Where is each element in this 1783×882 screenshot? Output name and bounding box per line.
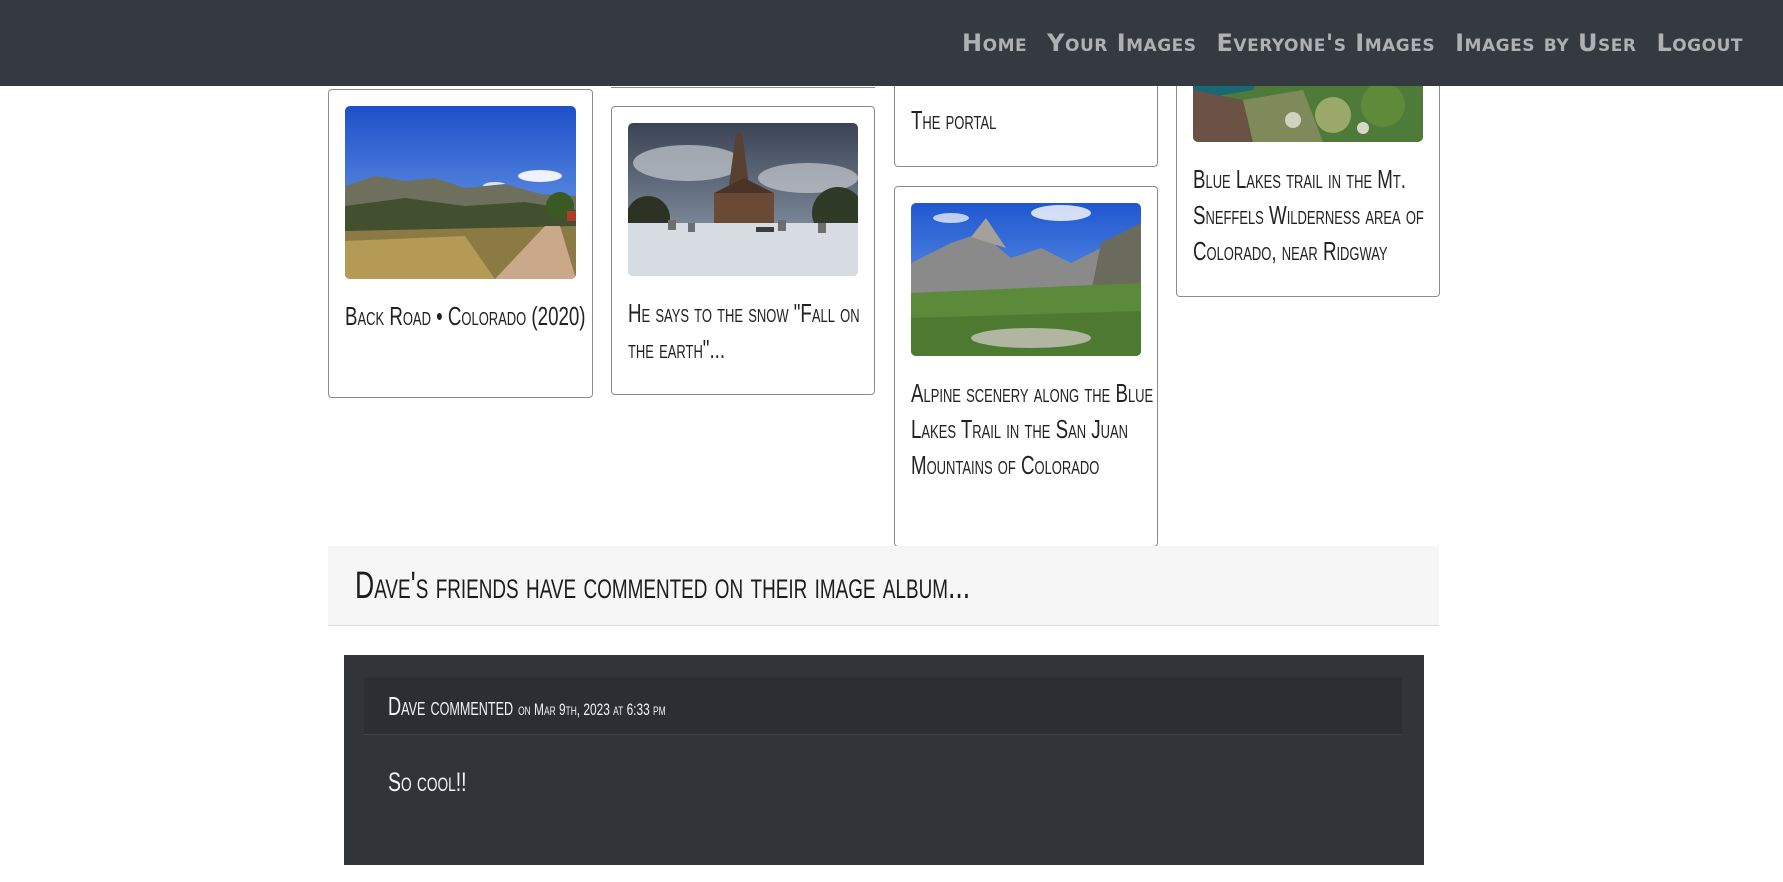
- image-caption: The portal: [911, 105, 997, 135]
- image-card[interactable]: Blue Lakes trail in the Mt. Sneffels Wil…: [1176, 60, 1440, 297]
- nav-logout-link[interactable]: Logout: [1656, 29, 1743, 57]
- image-thumbnail[interactable]: [628, 123, 858, 276]
- image-card[interactable]: Back Road • Colorado (2020): [328, 89, 593, 398]
- image-caption: He says to the snow "Fall on the earth".…: [628, 298, 860, 364]
- image-caption: Back Road • Colorado (2020): [345, 301, 586, 331]
- nav-everyones-images-link[interactable]: Everyone's Images: [1217, 29, 1436, 57]
- image-card[interactable]: He says to the snow "Fall on the earth".…: [611, 106, 875, 395]
- nav-your-images-link[interactable]: Your Images: [1047, 29, 1196, 57]
- image-card[interactable]: Alpine scenery along the Blue Lakes Trai…: [894, 186, 1158, 547]
- image-thumbnail[interactable]: [911, 203, 1141, 356]
- comment-header: Dave commented on Mar 9th, 2023 at 6:33 …: [364, 677, 1402, 735]
- nav-home-link[interactable]: Home: [962, 29, 1027, 57]
- image-thumbnail[interactable]: [345, 106, 576, 279]
- image-caption: Alpine scenery along the Blue Lakes Trai…: [911, 378, 1154, 480]
- image-caption: Blue Lakes trail in the Mt. Sneffels Wil…: [1193, 164, 1424, 266]
- comment-card: Dave commented on Mar 9th, 2023 at 6:33 …: [344, 655, 1424, 865]
- comment-date: on Mar 9th, 2023 at 6:33 pm: [518, 700, 666, 719]
- comment-author-name: Dave commented: [388, 691, 514, 721]
- comment-body: So cool!!: [388, 767, 467, 797]
- comments-section-header: Dave's friends have commented on their i…: [328, 546, 1439, 626]
- comment-author: Dave commented on Mar 9th, 2023 at 6:33 …: [388, 691, 666, 722]
- nav-images-by-user-link[interactable]: Images by User: [1455, 29, 1636, 57]
- nav-links: Home Your Images Everyone's Images Image…: [962, 0, 1743, 86]
- comments-title: Dave's friends have commented on their i…: [355, 565, 971, 607]
- top-navbar: Home Your Images Everyone's Images Image…: [0, 0, 1783, 86]
